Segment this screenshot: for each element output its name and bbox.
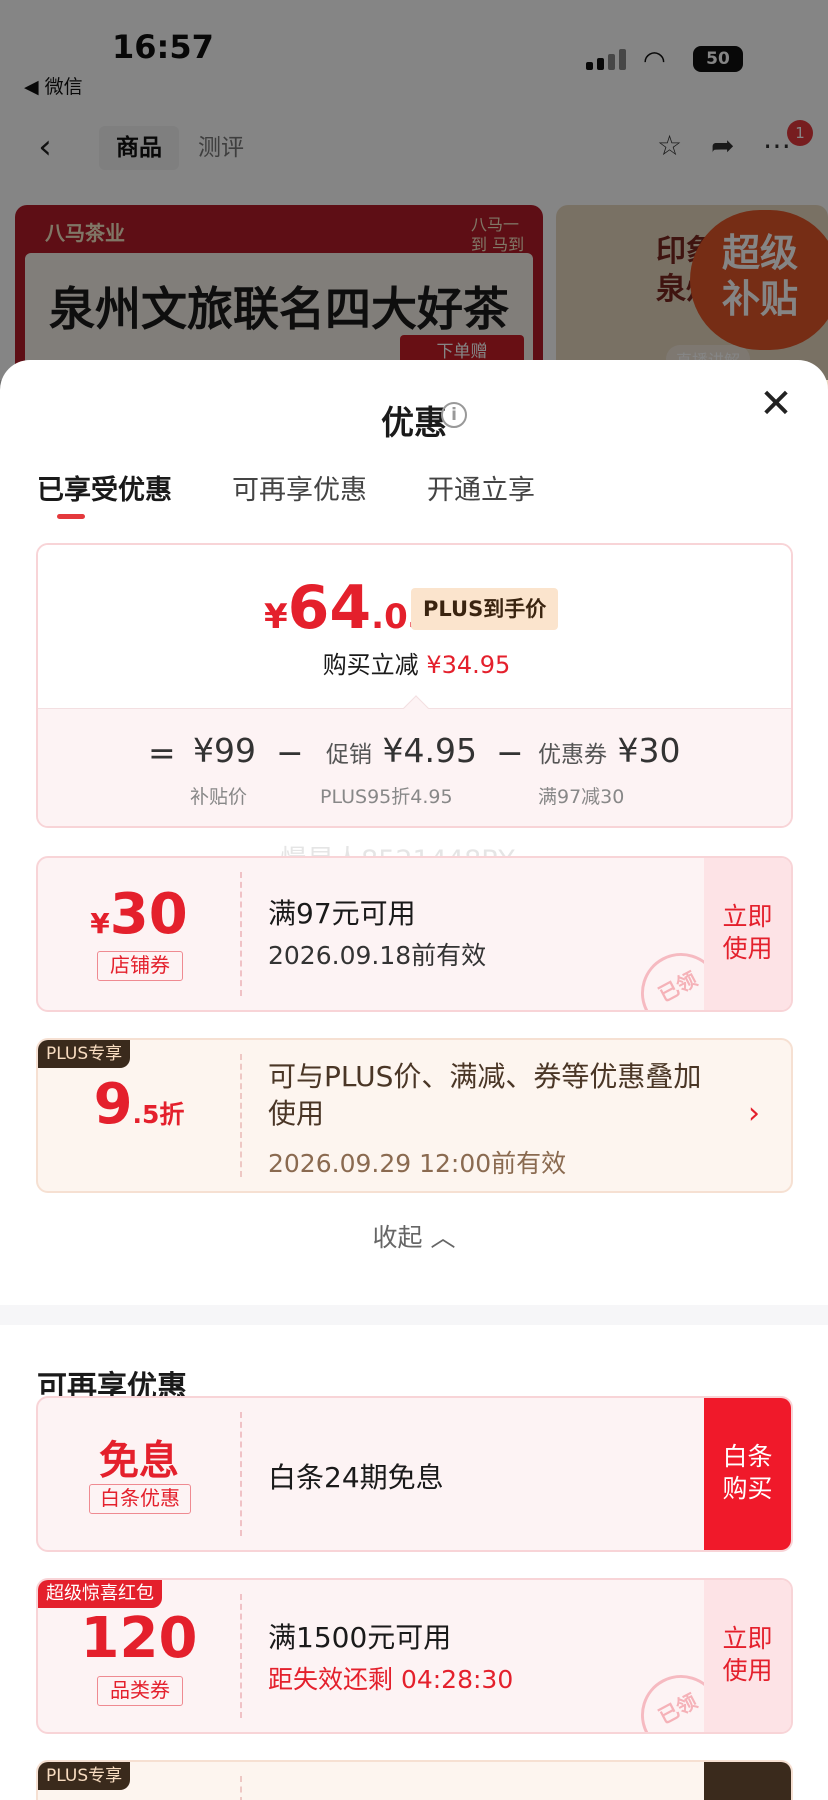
minus-sign: − <box>276 733 304 772</box>
chevron-right-icon: › <box>748 1096 760 1131</box>
interest-free-label: 免息 <box>99 1438 179 1484</box>
use-now-button[interactable]: 立即 使用 <box>704 1580 791 1732</box>
coupon-detail: 满97减30 <box>538 786 625 808</box>
promo-detail: PLUS95折4.95 <box>320 786 453 808</box>
coupon-amount: 120 <box>80 1606 198 1671</box>
dim-overlay[interactable] <box>0 0 828 380</box>
coupon-value: 优惠券 ¥30 <box>538 731 681 770</box>
coupon-countdown: 距失效还剩 04:28:30 <box>268 1665 514 1694</box>
tab-enjoyed[interactable]: 已享受优惠 <box>37 468 172 507</box>
coupon-amount: ¥30 <box>90 882 188 947</box>
surprise-redpacket-tag: 超级惊喜红包 <box>38 1580 162 1608</box>
base-price: ¥99 <box>193 731 256 770</box>
coupon-kind: 白条优惠 <box>89 1484 191 1514</box>
plus-action-button[interactable] <box>704 1762 791 1800</box>
promo-value: 促销 ¥4.95 <box>326 731 477 770</box>
plus-exclusive-tag: PLUS专享 <box>38 1040 131 1068</box>
equals-sign: = <box>148 733 176 772</box>
plus-coupon-expiry: 2026.09.29 12:00前有效 <box>268 1149 567 1178</box>
close-icon[interactable]: ✕ <box>754 382 798 426</box>
tab-open[interactable]: 开通立享 <box>427 468 535 507</box>
baitiao-desc: 白条24期免息 <box>268 1461 444 1494</box>
discount-tabs: 已享受优惠 可再享优惠 开通立享 <box>37 468 797 518</box>
category-coupon: 超级惊喜红包 120 品类券 满1500元可用 距失效还剩 04:28:30 已… <box>36 1578 793 1734</box>
coupon-condition: 满97元可用 <box>268 897 416 930</box>
final-price: ¥64.05 <box>264 573 432 643</box>
tab-more[interactable]: 可再享优惠 <box>232 468 367 507</box>
coupon-condition: 满1500元可用 <box>268 1621 452 1654</box>
tab-indicator <box>57 514 85 519</box>
chevron-up-icon: ︿ <box>430 1223 456 1252</box>
price-summary: ¥64.05 PLUS到手价 购买立减 ¥34.95 = ¥99 补贴价 − 促… <box>36 543 793 828</box>
coupon-kind: 品类券 <box>97 1676 183 1706</box>
sheet-title: 优惠 <box>0 396 828 444</box>
minus-sign: − <box>496 733 524 772</box>
base-price-label: 补贴价 <box>190 786 248 808</box>
plus-coupon-desc: 可与PLUS价、满减、券等优惠叠加使用 <box>268 1060 702 1130</box>
discount-rate: 9.5折 <box>93 1072 185 1137</box>
plus-exclusive-tag: PLUS专享 <box>38 1762 131 1790</box>
collapse-button[interactable]: 收起 ︿ <box>0 1218 828 1254</box>
reduce-line: 购买立减 ¥34.95 <box>322 651 511 679</box>
price-breakdown: = ¥99 补贴价 − 促销 ¥4.95 PLUS95折4.95 − 优惠券 ¥… <box>38 708 791 826</box>
plus-coupon-partial: PLUS专享 <box>36 1760 793 1800</box>
info-icon[interactable]: i <box>441 402 467 428</box>
coupon-expiry: 2026.09.18前有效 <box>268 941 487 970</box>
discount-sheet: 优惠 i ✕ 已享受优惠 可再享优惠 开通立享 ¥64.05 PLUS到手价 购… <box>0 360 828 1800</box>
coupon-kind: 店铺券 <box>97 951 183 981</box>
use-now-button[interactable]: 立即 使用 <box>704 858 791 1010</box>
store-coupon: ¥30 店铺券 满97元可用 2026.09.18前有效 已领 立即 使用 <box>36 856 793 1012</box>
plus-discount-coupon[interactable]: PLUS专享 9.5折 可与PLUS价、满减、券等优惠叠加使用 2026.09.… <box>36 1038 793 1193</box>
sheet-title-text: 优惠 <box>381 403 447 442</box>
baitiao-buy-button[interactable]: 白条 购买 <box>704 1398 791 1550</box>
plus-price-tag: PLUS到手价 <box>411 588 559 630</box>
baitiao-coupon: 免息 白条优惠 白条24期免息 白条 购买 <box>36 1396 793 1552</box>
